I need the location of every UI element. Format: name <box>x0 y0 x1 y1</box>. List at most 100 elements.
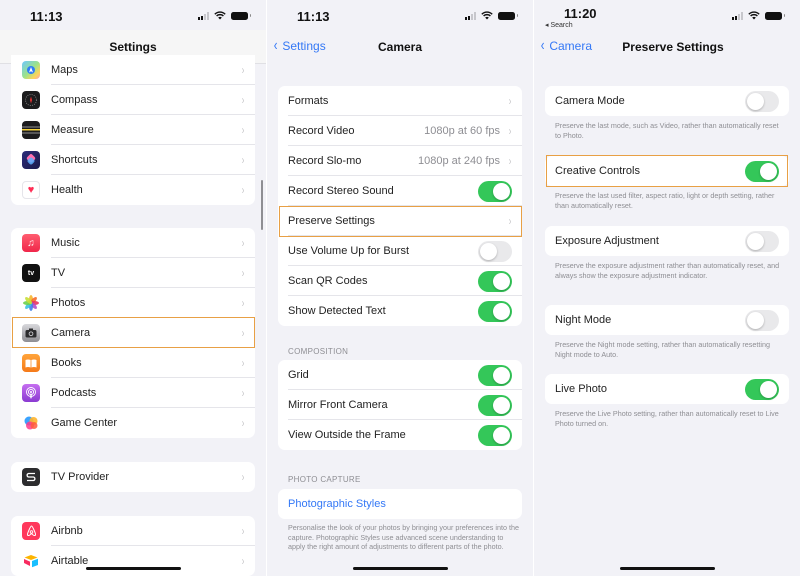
volume-up-burst-toggle[interactable] <box>478 240 512 262</box>
health-icon: ♥ <box>22 181 40 199</box>
chevron-right-icon: › <box>241 554 245 568</box>
exposure-adjustment-toggle[interactable] <box>745 230 779 252</box>
chevron-right-icon: › <box>508 214 512 228</box>
section-header-photo-capture: PHOTO CAPTURE <box>288 475 361 484</box>
record-stereo-sound-toggle[interactable] <box>478 180 512 202</box>
settings-row-label: Books <box>51 357 82 369</box>
settings-row-camera[interactable]: Camera › <box>11 318 255 348</box>
mirror-front-camera-toggle[interactable] <box>478 394 512 416</box>
camera-row-record-video[interactable]: Record Video 1080p at 60 fps › <box>278 116 522 146</box>
camera-row-grid: Grid <box>278 360 522 390</box>
settings-group-tv-provider: TV Provider › <box>11 462 255 492</box>
chevron-right-icon: › <box>241 63 245 77</box>
signal-icon <box>732 11 743 20</box>
preserve-row-creative-controls: Creative Controls <box>545 156 789 186</box>
camera-row-record-slomo[interactable]: Record Slo-mo 1080p at 240 fps › <box>278 146 522 176</box>
live-photo-toggle[interactable] <box>745 378 779 400</box>
settings-row-airtable[interactable]: Airtable › <box>11 546 255 576</box>
home-indicator[interactable] <box>86 567 181 570</box>
status-icons <box>198 11 251 20</box>
creative-controls-toggle[interactable] <box>745 160 779 182</box>
settings-row-game-center[interactable]: Game Center › <box>11 408 255 438</box>
signal-icon <box>198 11 209 20</box>
photographic-styles-footnote: Personalise the look of your photos by b… <box>288 523 519 551</box>
row-label: Preserve Settings <box>288 215 375 227</box>
settings-row-label: TV <box>51 267 66 279</box>
wifi-icon <box>214 11 226 20</box>
status-icons <box>465 11 518 20</box>
nav-bar: ‹ Settings Camera <box>267 30 533 64</box>
status-icons <box>732 11 785 20</box>
settings-row-podcasts[interactable]: Podcasts › <box>11 378 255 408</box>
row-label: Mirror Front Camera <box>288 399 388 411</box>
settings-row-shortcuts[interactable]: Shortcuts › <box>11 145 255 175</box>
settings-row-label: Health <box>51 184 83 196</box>
music-icon: ♫ <box>22 234 40 252</box>
settings-row-label: TV Provider <box>51 471 110 483</box>
wifi-icon <box>748 11 760 20</box>
settings-row-tv-provider[interactable]: TV Provider › <box>11 462 255 492</box>
camera-row-photographic-styles[interactable]: Photographic Styles <box>278 489 522 519</box>
books-icon <box>22 354 40 372</box>
view-outside-frame-toggle[interactable] <box>478 424 512 446</box>
settings-row-books[interactable]: Books › <box>11 348 255 378</box>
settings-row-measure[interactable]: Measure › <box>11 115 255 145</box>
chevron-right-icon: › <box>241 416 245 430</box>
row-label: Creative Controls <box>555 165 640 177</box>
settings-row-airbnb[interactable]: Airbnb › <box>11 516 255 546</box>
camera-row-preserve-settings[interactable]: Preserve Settings › <box>278 206 522 236</box>
settings-row-photos[interactable]: Photos › <box>11 288 255 318</box>
battery-icon <box>231 11 251 20</box>
camera-row-record-stereo-sound: Record Stereo Sound <box>278 176 522 206</box>
show-detected-text-toggle[interactable] <box>478 300 512 322</box>
status-time: 11:13 <box>297 9 330 24</box>
photographic-styles-link[interactable]: Photographic Styles <box>288 498 386 510</box>
tv-provider-icon <box>22 468 40 486</box>
settings-row-maps[interactable]: Maps › <box>11 55 255 85</box>
settings-row-label: Airtable <box>51 555 89 567</box>
scan-qr-codes-toggle[interactable] <box>478 270 512 292</box>
scrollbar[interactable] <box>261 180 263 230</box>
settings-row-label: Shortcuts <box>51 154 98 166</box>
chevron-right-icon: › <box>241 470 245 484</box>
preserve-group-live-photo: Live Photo <box>545 374 789 404</box>
camera-row-mirror-front: Mirror Front Camera <box>278 390 522 420</box>
podcasts-icon <box>22 384 40 402</box>
status-bar: 11:13 <box>267 0 533 30</box>
settings-row-label: Compass <box>51 94 98 106</box>
battery-icon <box>498 11 518 20</box>
settings-row-label: Photos <box>51 297 86 309</box>
settings-row-compass[interactable]: Compass › <box>11 85 255 115</box>
row-label: Show Detected Text <box>288 305 386 317</box>
exposure-adjustment-footnote: Preserve the exposure adjustment rather … <box>555 261 780 280</box>
status-time: 11:13 <box>30 9 63 24</box>
chevron-right-icon: › <box>241 356 245 370</box>
settings-screen: 11:13 Settings Maps › Compass › Measure … <box>0 0 266 576</box>
chevron-right-icon: › <box>241 123 245 137</box>
night-mode-toggle[interactable] <box>745 309 779 331</box>
row-label: Night Mode <box>555 314 612 326</box>
airbnb-icon <box>22 522 40 540</box>
camera-row-view-outside-frame: View Outside the Frame <box>278 420 522 450</box>
settings-row-health[interactable]: ♥ Health › <box>11 175 255 205</box>
preserve-row-exposure-adjustment: Exposure Adjustment <box>545 226 789 256</box>
airtable-icon <box>22 552 40 570</box>
chevron-right-icon: › <box>241 236 245 250</box>
back-to-search-link[interactable]: ◂ Search <box>545 21 573 29</box>
wifi-icon <box>481 11 493 20</box>
preserve-group-exposure: Exposure Adjustment <box>545 226 789 256</box>
chevron-right-icon: › <box>241 93 245 107</box>
game-center-icon <box>22 414 40 432</box>
camera-row-show-detected-text: Show Detected Text <box>278 296 522 326</box>
row-label: Exposure Adjustment <box>555 235 659 247</box>
home-indicator[interactable] <box>353 567 448 570</box>
grid-toggle[interactable] <box>478 364 512 386</box>
camera-icon <box>22 324 40 342</box>
home-indicator[interactable] <box>620 567 715 570</box>
settings-row-tv[interactable]: tv TV › <box>11 258 255 288</box>
camera-main-group: Formats › Record Video 1080p at 60 fps ›… <box>278 86 522 326</box>
row-label: Record Slo-mo <box>288 155 362 167</box>
camera-row-formats[interactable]: Formats › <box>278 86 522 116</box>
camera-mode-toggle[interactable] <box>745 90 779 112</box>
settings-row-music[interactable]: ♫ Music › <box>11 228 255 258</box>
